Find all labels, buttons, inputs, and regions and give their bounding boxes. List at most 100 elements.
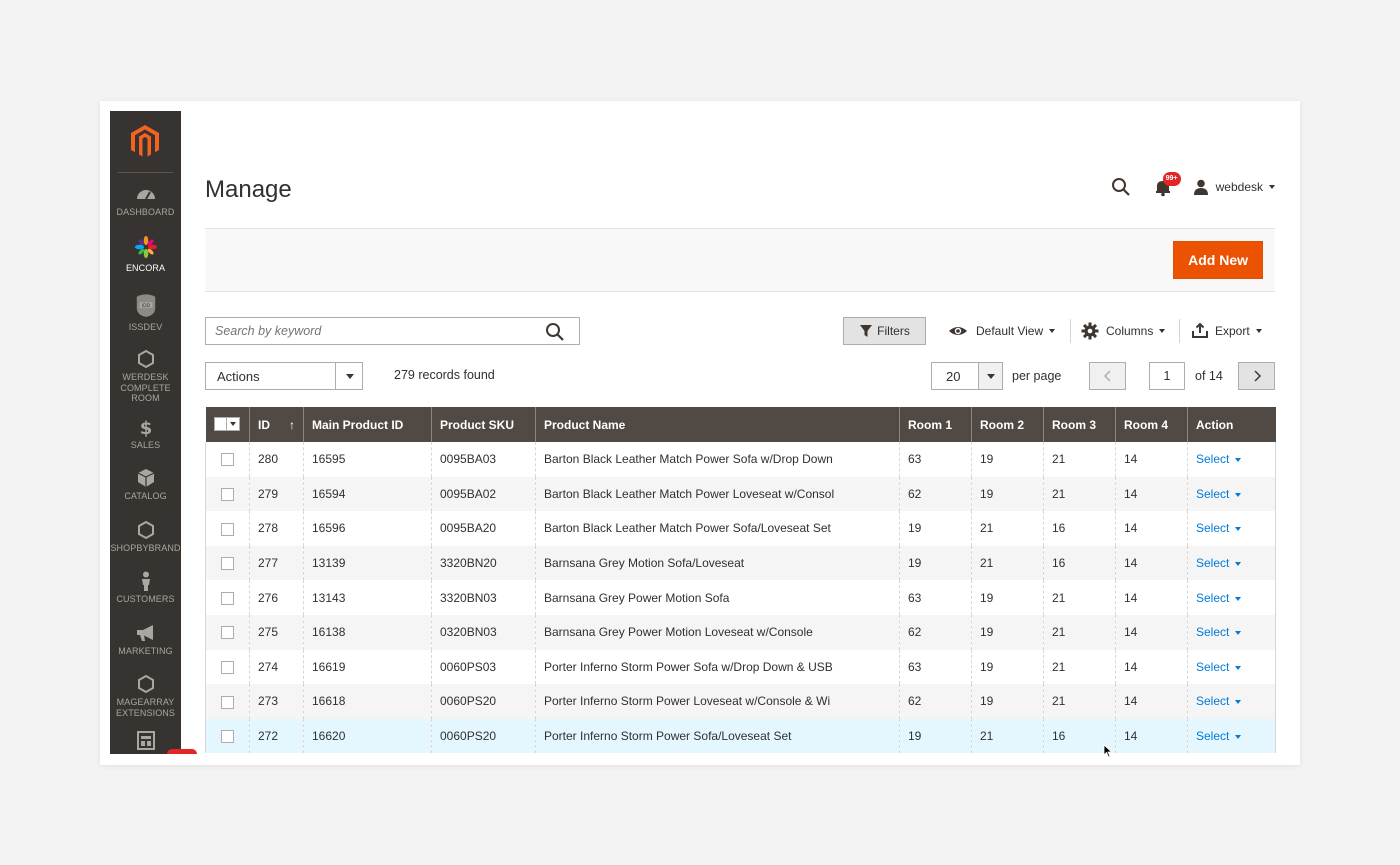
user-menu[interactable]: webdesk — [1193, 179, 1275, 195]
mass-actions-select[interactable]: Actions — [205, 362, 363, 390]
row-action-cell: Select — [1187, 580, 1276, 615]
row-action-cell: Select — [1187, 476, 1276, 512]
sidebar-item-customers[interactable]: CUSTOMERS — [110, 571, 181, 605]
column-header-product-name[interactable]: Product Name — [535, 407, 900, 442]
current-page-input[interactable]: 1 — [1149, 362, 1185, 390]
row-action-select[interactable]: Select — [1196, 694, 1242, 708]
cell-id: 279 — [249, 476, 304, 512]
table-row[interactable]: 279 16594 0095BA02 Barton Black Leather Mat… — [205, 476, 1276, 512]
columns-dropdown[interactable]: Columns — [1081, 317, 1166, 345]
previous-page-button[interactable] — [1089, 362, 1126, 390]
next-page-button[interactable] — [1238, 362, 1275, 390]
chevron-down-icon — [346, 374, 354, 379]
table-row[interactable]: 274 16619 0060PS03 Porter Inferno Storm Pow… — [205, 649, 1276, 685]
cell-main-product-id: 16618 — [303, 684, 432, 719]
row-action-select[interactable]: Select — [1196, 591, 1242, 605]
row-action-label: Select — [1196, 521, 1230, 536]
sidebar-item-magearray-extensions[interactable]: MAGEARRAY EXTENSIONS — [110, 674, 181, 718]
cell-room-2: 19 — [971, 476, 1044, 512]
row-action-select[interactable]: Select — [1196, 660, 1242, 674]
row-action-label: Select — [1196, 625, 1230, 640]
column-header-main-product-id[interactable]: Main Product ID — [303, 407, 432, 442]
column-header-room-2[interactable]: Room 2 — [971, 407, 1044, 442]
column-header-room-1[interactable]: Room 1 — [899, 407, 972, 442]
sidebar-item-issdev[interactable]: IDD ISSDEV — [110, 292, 181, 333]
row-select-cell — [205, 580, 250, 615]
column-header-room-4[interactable]: Room 4 — [1115, 407, 1188, 442]
search-icon[interactable] — [545, 322, 565, 342]
row-action-select[interactable]: Select — [1196, 625, 1242, 640]
sort-ascending-icon: ↑ — [289, 417, 295, 432]
add-new-button[interactable]: Add New — [1173, 241, 1263, 279]
per-page-select[interactable]: 20 — [931, 362, 1003, 390]
row-action-select[interactable]: Select — [1196, 556, 1242, 570]
notifications-count-badge: 99+ — [1162, 172, 1181, 186]
select-all-checkbox[interactable] — [214, 416, 241, 431]
row-checkbox[interactable] — [221, 730, 234, 744]
column-header-id[interactable]: ID ↑ — [249, 407, 304, 442]
select-all-header[interactable] — [205, 407, 250, 442]
table-row[interactable]: 280 16595 0095BA03 Barton Black Leather Mat… — [205, 442, 1276, 477]
dashboard-icon — [136, 190, 155, 200]
cell-main-product-id: 13143 — [303, 580, 432, 615]
cell-product-sku: 3320BN20 — [431, 545, 536, 581]
notification-dot — [167, 749, 197, 754]
row-checkbox[interactable] — [221, 695, 234, 709]
sidebar-item-label: ISSDEV — [128, 322, 163, 332]
cell-product-name: Porter Inferno Storm Power Loveseat w/Co… — [535, 684, 900, 719]
cell-room-2: 21 — [971, 718, 1044, 754]
table-row[interactable]: 275 16138 0320BN03 Barnsana Grey Power Moti… — [205, 614, 1276, 650]
chevron-down-icon — [1235, 458, 1242, 463]
column-header-product-sku[interactable]: Product SKU — [431, 407, 536, 442]
cell-room-1: 19 — [899, 511, 972, 546]
export-label: Export — [1215, 324, 1250, 338]
sidebar-item-catalog[interactable]: CATALOG — [110, 468, 181, 502]
table-row[interactable]: 277 13139 3320BN20 Barnsana Grey Motion Sof… — [205, 545, 1276, 581]
sidebar-item-marketing[interactable]: MARKETING — [110, 623, 181, 657]
row-checkbox[interactable] — [221, 591, 234, 605]
cell-room-1: 19 — [899, 545, 972, 581]
chevron-down-icon — [1235, 631, 1242, 636]
row-select-cell — [205, 649, 250, 685]
row-checkbox[interactable] — [221, 661, 234, 675]
row-action-select[interactable]: Select — [1196, 521, 1242, 536]
row-checkbox[interactable] — [221, 557, 234, 571]
dropdown-toggle[interactable] — [978, 363, 1002, 389]
notifications-bell-icon[interactable]: 99+ — [1153, 172, 1181, 197]
export-dropdown[interactable]: Export — [1192, 317, 1262, 345]
row-action-label: Select — [1196, 486, 1230, 501]
column-header-room-3[interactable]: Room 3 — [1043, 407, 1116, 442]
row-action-select[interactable]: Select — [1196, 729, 1242, 743]
row-action-select[interactable]: Select — [1196, 486, 1242, 501]
row-action-select[interactable]: Select — [1196, 452, 1242, 466]
table-row[interactable]: 276 13143 3320BN03 Barnsana Grey Power Moti… — [205, 580, 1276, 615]
encora-logo-icon — [134, 235, 157, 259]
row-checkbox[interactable] — [221, 453, 234, 467]
sidebar-item-shopbybrand[interactable]: SHOPBYBRAND — [110, 520, 181, 554]
cell-room-1: 19 — [899, 718, 972, 754]
cell-product-sku: 0320BN03 — [431, 614, 536, 650]
default-view-dropdown[interactable]: Default View — [948, 317, 1056, 345]
row-action-cell: Select — [1187, 511, 1276, 546]
table-row[interactable]: 272 16620 0060PS20 Porter Inferno Storm Pow… — [205, 718, 1276, 754]
sidebar-item-encora[interactable]: ENCORA — [110, 234, 181, 274]
keyword-search — [205, 317, 580, 345]
filters-button[interactable]: Filters — [843, 317, 926, 345]
row-checkbox[interactable] — [221, 522, 234, 536]
magento-logo-icon[interactable] — [127, 123, 163, 159]
cell-product-name: Barton Black Leather Match Power Sofa w/… — [535, 442, 900, 477]
table-row[interactable]: 273 16618 0060PS20 Porter Inferno Storm Pow… — [205, 684, 1276, 719]
search-input[interactable] — [206, 318, 526, 344]
row-checkbox[interactable] — [221, 626, 234, 640]
sidebar-item-werdesk-complete-room[interactable]: WERDESK COMPLETE ROOM — [110, 349, 181, 404]
cell-room-1: 63 — [899, 649, 972, 685]
table-row[interactable]: 278 16596 0095BA20 Barton Black Leather Mat… — [205, 511, 1276, 546]
dropdown-toggle[interactable] — [335, 363, 362, 389]
global-search-icon[interactable] — [1111, 177, 1131, 197]
sidebar-item-sales[interactable]: $ SALES — [110, 417, 181, 451]
filters-label: Filters — [877, 324, 910, 338]
sidebar-item-dashboard[interactable]: DASHBOARD — [110, 184, 181, 218]
chevron-down-icon — [1235, 665, 1242, 670]
row-checkbox[interactable] — [221, 488, 234, 502]
eye-icon — [949, 327, 967, 335]
